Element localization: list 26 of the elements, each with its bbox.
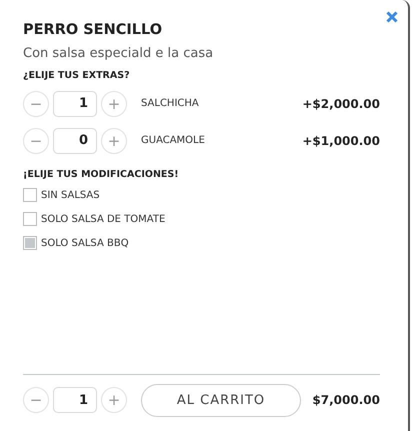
quantity-field[interactable]: 0 xyxy=(53,128,97,154)
option-label: SIN SALSAS xyxy=(41,190,100,200)
total-price: $7,000.00 xyxy=(312,393,380,407)
option-label: SOLO SALSA BBQ xyxy=(41,238,129,248)
option-label: SOLO SALSA DE TOMATE xyxy=(41,214,166,224)
checkbox[interactable] xyxy=(23,212,37,226)
checkbox[interactable] xyxy=(23,236,37,250)
plus-button[interactable]: + xyxy=(101,387,127,413)
plus-button[interactable]: + xyxy=(101,128,127,154)
product-description: Con salsa especiald e la casa xyxy=(23,46,214,61)
minus-button[interactable]: − xyxy=(23,90,49,116)
checkbox[interactable] xyxy=(23,188,37,202)
minus-button[interactable]: − xyxy=(23,387,49,413)
close-icon[interactable] xyxy=(386,11,398,23)
extra-name: SALCHICHA xyxy=(141,98,200,109)
extra-price: +$2,000.00 xyxy=(302,96,380,110)
product-title: PERRO SENCILLO xyxy=(23,22,164,38)
extra-price: +$1,000.00 xyxy=(302,134,380,148)
extra-name: GUACAMOLE xyxy=(141,135,206,146)
quantity-field[interactable]: 1 xyxy=(53,90,97,116)
add-to-cart-button[interactable]: AL CARRITO xyxy=(141,384,301,416)
section-heading: ¡ELIJE TUS MODIFICACIONES! xyxy=(23,169,180,180)
section-heading: ¿ELIJE TUS EXTRAS? xyxy=(23,70,131,81)
plus-button[interactable]: + xyxy=(101,90,127,116)
quantity-field[interactable]: 1 xyxy=(53,387,97,413)
minus-button[interactable]: − xyxy=(23,128,49,154)
